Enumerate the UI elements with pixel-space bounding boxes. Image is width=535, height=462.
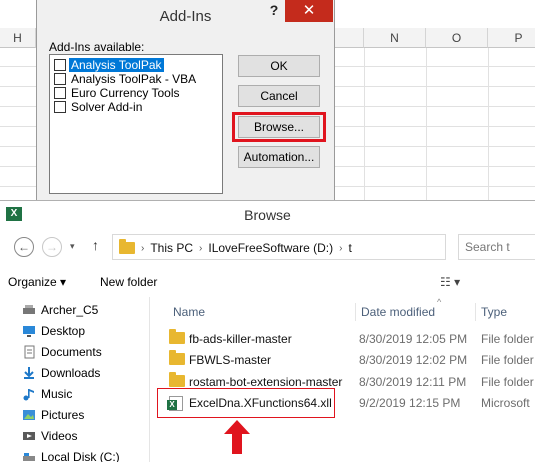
- disk-icon: [23, 453, 35, 461]
- organize-menu-button[interactable]: Organize ▾: [8, 275, 66, 289]
- documents-icon: [24, 345, 35, 359]
- browse-title-bar[interactable]: X Browse: [0, 201, 535, 229]
- red-up-arrow-icon: [224, 420, 250, 454]
- recent-locations-chevron-icon[interactable]: ▾: [70, 241, 75, 252]
- address-bar[interactable]: › This PC › ILoveFreeSoftware (D:) › t: [112, 234, 446, 260]
- nav-item-downloads[interactable]: Downloads: [22, 366, 100, 380]
- address-row: ← → ▾ ↑ › This PC › ILoveFreeSoftware (D…: [0, 231, 535, 261]
- browse-toolbar: Organize ▾ New folder ☷ ▾: [0, 267, 535, 297]
- file-list[interactable]: ^ Name Date modified Type fb-ads-killer-…: [151, 297, 535, 462]
- breadcrumb-folder-t[interactable]: t: [348, 241, 351, 255]
- browse-highlight-box: [232, 112, 326, 142]
- forward-arrow-icon[interactable]: →: [42, 237, 62, 257]
- file-name: fb-ads-killer-master: [189, 332, 292, 346]
- addin-checkbox[interactable]: [54, 59, 66, 71]
- nav-item-local-disk-c[interactable]: Local Disk (C:): [22, 450, 120, 462]
- addin-label: Analysis ToolPak: [69, 58, 164, 72]
- file-row-fb-ads-killer-master[interactable]: fb-ads-killer-master 8/30/2019 12:05 PM …: [151, 329, 535, 349]
- chevron-right-icon: ›: [141, 242, 145, 254]
- breadcrumb-this-pc[interactable]: This PC: [150, 241, 193, 255]
- column-header-type[interactable]: Type: [481, 305, 507, 319]
- nav-item-desktop[interactable]: Desktop: [22, 324, 85, 338]
- videos-icon: [23, 432, 35, 440]
- addins-available-label: Add-Ins available:: [49, 40, 145, 54]
- file-type: Microsoft: [481, 396, 530, 410]
- column-header-date-modified[interactable]: Date modified: [361, 305, 435, 319]
- addin-item-analysis-toolpak[interactable]: Analysis ToolPak: [54, 58, 164, 72]
- file-date: 9/2/2019 12:15 PM: [359, 396, 461, 410]
- nav-item-label: Archer_C5: [41, 303, 99, 317]
- file-type: File folder: [481, 332, 534, 346]
- browse-title: Browse: [244, 207, 291, 223]
- nav-item-label: Pictures: [41, 408, 85, 422]
- addin-checkbox[interactable]: [54, 73, 66, 85]
- file-name: FBWLS-master: [189, 353, 272, 367]
- nav-item-label: Music: [41, 387, 73, 401]
- file-name: rostam-bot-extension-master: [189, 375, 343, 389]
- folder-icon: [169, 329, 185, 344]
- file-type: File folder: [481, 353, 534, 367]
- addins-title-bar[interactable]: Add-Ins ? ✕: [37, 0, 334, 32]
- nav-item-documents[interactable]: Documents: [22, 345, 102, 359]
- nav-item-label: Documents: [41, 345, 102, 359]
- nav-item-archer-c5[interactable]: Archer_C5: [22, 303, 98, 317]
- addin-item-solver[interactable]: Solver Add-in: [54, 100, 144, 114]
- pictures-icon: [23, 410, 35, 420]
- folder-icon: [169, 372, 185, 387]
- addin-checkbox[interactable]: [54, 87, 66, 99]
- addin-label: Euro Currency Tools: [71, 86, 180, 100]
- network-drive-icon: [23, 305, 35, 314]
- ok-button[interactable]: OK: [238, 55, 320, 77]
- music-icon: [23, 389, 34, 401]
- desktop-icon: [23, 326, 35, 337]
- nav-item-music[interactable]: Music: [22, 387, 72, 401]
- change-view-button[interactable]: ☷ ▾: [440, 275, 460, 289]
- addin-checkbox[interactable]: [54, 101, 66, 113]
- addin-label: Analysis ToolPak - VBA: [71, 72, 197, 86]
- navigation-pane[interactable]: Archer_C5 Desktop Documents Downloads Mu…: [0, 297, 150, 462]
- folder-icon: [169, 350, 185, 365]
- addins-dialog: Add-Ins ? ✕ Add-Ins available: Analysis …: [36, 0, 335, 200]
- nav-item-label: Videos: [41, 429, 78, 443]
- addin-label: Solver Add-in: [71, 100, 143, 114]
- column-header-h[interactable]: H: [0, 28, 36, 48]
- nav-item-label: Local Disk (C:): [41, 450, 120, 462]
- chevron-right-icon: ›: [199, 242, 203, 254]
- downloads-icon: [24, 367, 34, 379]
- search-input[interactable]: Search t: [458, 234, 535, 260]
- browse-dialog: X Browse ← → ▾ ↑ › This PC › ILoveFreeSo…: [0, 200, 535, 462]
- addin-item-analysis-toolpak-vba[interactable]: Analysis ToolPak - VBA: [54, 72, 198, 86]
- chevron-right-icon: ›: [339, 242, 343, 254]
- breadcrumb-drive[interactable]: ILoveFreeSoftware (D:): [208, 241, 333, 255]
- column-header-m[interactable]: [335, 28, 364, 48]
- back-arrow-icon[interactable]: ←: [14, 237, 34, 257]
- nav-item-label: Downloads: [41, 366, 101, 380]
- help-button[interactable]: ?: [263, 2, 285, 22]
- new-folder-button[interactable]: New folder: [100, 275, 157, 289]
- nav-item-label: Desktop: [41, 324, 86, 338]
- nav-item-videos[interactable]: Videos: [22, 429, 77, 443]
- folder-icon: [119, 239, 135, 254]
- column-header-n[interactable]: N: [364, 28, 426, 48]
- nav-item-pictures[interactable]: Pictures: [22, 408, 84, 422]
- automation-button[interactable]: Automation...: [238, 146, 320, 168]
- file-date: 8/30/2019 12:11 PM: [359, 375, 467, 389]
- cancel-button[interactable]: Cancel: [238, 85, 320, 107]
- sort-caret-icon: ^: [437, 297, 442, 307]
- file-date: 8/30/2019 12:05 PM: [359, 332, 468, 346]
- file-type: File folder: [481, 375, 534, 389]
- up-arrow-icon[interactable]: ↑: [92, 237, 99, 253]
- column-header-p[interactable]: P: [488, 28, 535, 48]
- xll-file-highlight-box: [157, 388, 335, 418]
- addin-item-euro-currency-tools[interactable]: Euro Currency Tools: [54, 86, 182, 100]
- addins-list[interactable]: Analysis ToolPak Analysis ToolPak - VBA …: [49, 54, 223, 194]
- close-button[interactable]: ✕: [285, 0, 333, 22]
- column-header-name[interactable]: Name: [173, 305, 205, 319]
- column-header-o[interactable]: O: [426, 28, 488, 48]
- file-date: 8/30/2019 12:02 PM: [359, 353, 468, 367]
- file-row-fbwls-master[interactable]: FBWLS-master 8/30/2019 12:02 PM File fol…: [151, 350, 535, 370]
